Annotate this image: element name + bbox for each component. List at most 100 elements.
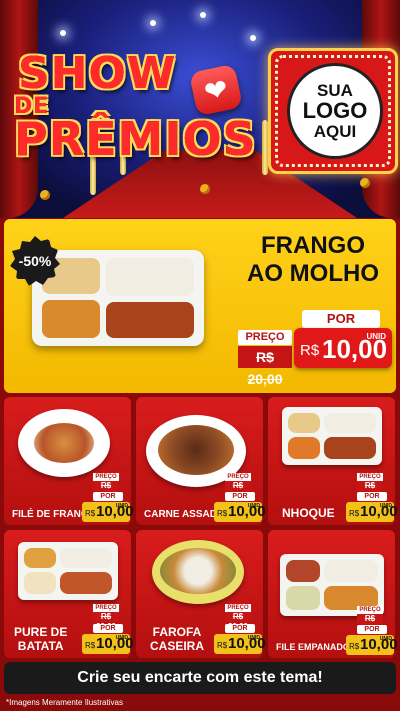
coin-icon [360,178,370,188]
currency: R$ [300,342,320,359]
unit-label: UNID [366,332,386,341]
sparkle-icon [60,30,66,36]
food [158,425,234,475]
food [34,423,94,463]
old-price-text: R$ 20,00 [247,349,283,387]
coin-icon [200,184,210,194]
hero-title-show: SHOW [18,48,177,99]
old-price: R$ 20,00 [357,614,383,633]
currency: R$ [217,641,228,650]
new-price: R$ 10,00 UNID [214,502,266,522]
logo-placeholder: SUA LOGO AQUI [287,63,383,159]
por-label: POR [93,624,123,633]
new-price: R$ 10,00 UNID [214,634,266,654]
product-card: PURE DE BATATA PREÇO R$ 20,00 POR R$ 10,… [4,530,134,658]
por-label: POR [225,624,255,633]
tray-compartment [288,413,320,433]
tray-compartment [324,560,378,582]
unit-label: UNID [115,503,128,509]
tray-compartment [60,548,112,568]
product-name-line: FAROFA [152,625,202,639]
unit-label: UNID [247,635,260,641]
tray-compartment [24,572,56,594]
product-name: FAROFA CASEIRA [150,625,205,654]
disclaimer: *Imagens Meramente Ilustrativas [6,698,123,707]
currency: R$ [85,509,96,518]
product-card: NHOQUE PREÇO R$ 20,00 POR R$ 10,00 UNID [268,397,398,525]
tray-compartment [288,437,320,459]
product-card: CARNE ASSADA PREÇO R$ 20,00 POR R$ 10,00… [136,397,266,525]
preco-label: PREÇO [93,604,119,612]
sparkle-icon [200,12,206,18]
cta-banner[interactable]: Crie seu encarte com este tema! [4,662,396,694]
product-card: FILE EMPANADO PREÇO R$ 20,00 POR R$ 10,0… [268,530,398,658]
food-tray-image [18,542,118,600]
product-name: FILE EMPANADO [276,642,350,652]
currency: R$ [85,641,96,650]
food-tray-image [282,407,382,465]
old-price: R$ 20,00 [93,481,119,500]
hero-banner: SHOW DE PRÊMIOS ❤ SUA LOGO AQUI [0,0,400,218]
currency: R$ [217,509,228,518]
coin-icon [40,190,50,200]
tray-compartment [286,560,320,582]
tray-compartment [42,300,100,338]
logo-frame: SUA LOGO AQUI [268,48,398,174]
sparkle-icon [250,35,256,41]
new-price: R$ 10,00 UNID [294,328,392,368]
product-card: FILÉ DE FRANGO PREÇO R$ 20,00 POR R$ 10,… [4,397,134,525]
por-label: POR [93,492,123,501]
currency: R$ [349,642,360,651]
preco-label: PREÇO [357,473,383,481]
currency: R$ [349,509,360,518]
new-price: R$ 10,00 UNID [82,502,134,522]
unit-label: UNID [115,635,128,641]
featured-name-line: AO MOLHO [247,259,379,287]
product-name-line: CASEIRA [150,638,205,653]
logo-text: LOGO [302,98,368,124]
sparkle-icon [150,20,156,26]
old-price: R$ 20,00 [238,346,292,387]
old-price: R$ 20,00 [93,612,119,631]
product-name: NHOQUE [282,506,335,520]
new-price: R$ 10,00 UNID [346,635,398,655]
old-price: R$ 20,00 [225,481,251,500]
tray-compartment [106,302,194,338]
product-card: FAROFA CASEIRA PREÇO R$ 20,00 POR R$ 10,… [136,530,266,658]
preco-label: PREÇO [357,606,383,614]
food-plate-image [18,409,110,477]
preco-label: PREÇO [225,473,251,481]
featured-name: FRANGO AO MOLHO [228,232,398,287]
unit-label: UNID [379,636,392,642]
product-name-line: BATATA [17,638,64,653]
food-bowl-image [152,540,244,604]
por-label: POR [357,492,387,501]
por-label: POR [302,310,380,328]
product-name: PURE DE BATATA [14,625,68,654]
product-name-line: PURE DE [14,625,68,639]
tray-compartment [60,572,112,594]
logo-text: AQUI [313,121,357,141]
tray-compartment [24,548,56,568]
preco-label: PREÇO [238,330,292,345]
tray-compartment [324,413,376,433]
food [160,548,236,594]
unit-label: UNID [247,503,260,509]
heart-icon: ❤ [188,63,244,117]
new-price: R$ 10,00 UNID [82,634,134,654]
featured-name-line: FRANGO [261,232,365,259]
tray-compartment [324,437,376,459]
unit-label: UNID [379,503,392,509]
product-name: CARNE ASSADA [144,509,225,520]
logo-text: SUA [317,80,353,100]
preco-label: PREÇO [93,473,119,481]
hero-title-premios: PRÊMIOS [14,112,257,166]
por-label: POR [357,625,387,634]
tray-compartment [286,586,320,610]
preco-label: PREÇO [225,604,251,612]
new-price: R$ 10,00 UNID [346,502,398,522]
por-label: POR [225,492,255,501]
tray-compartment [106,258,194,296]
old-price: R$ 20,00 [225,612,251,631]
old-price: R$ 20,00 [357,481,383,500]
